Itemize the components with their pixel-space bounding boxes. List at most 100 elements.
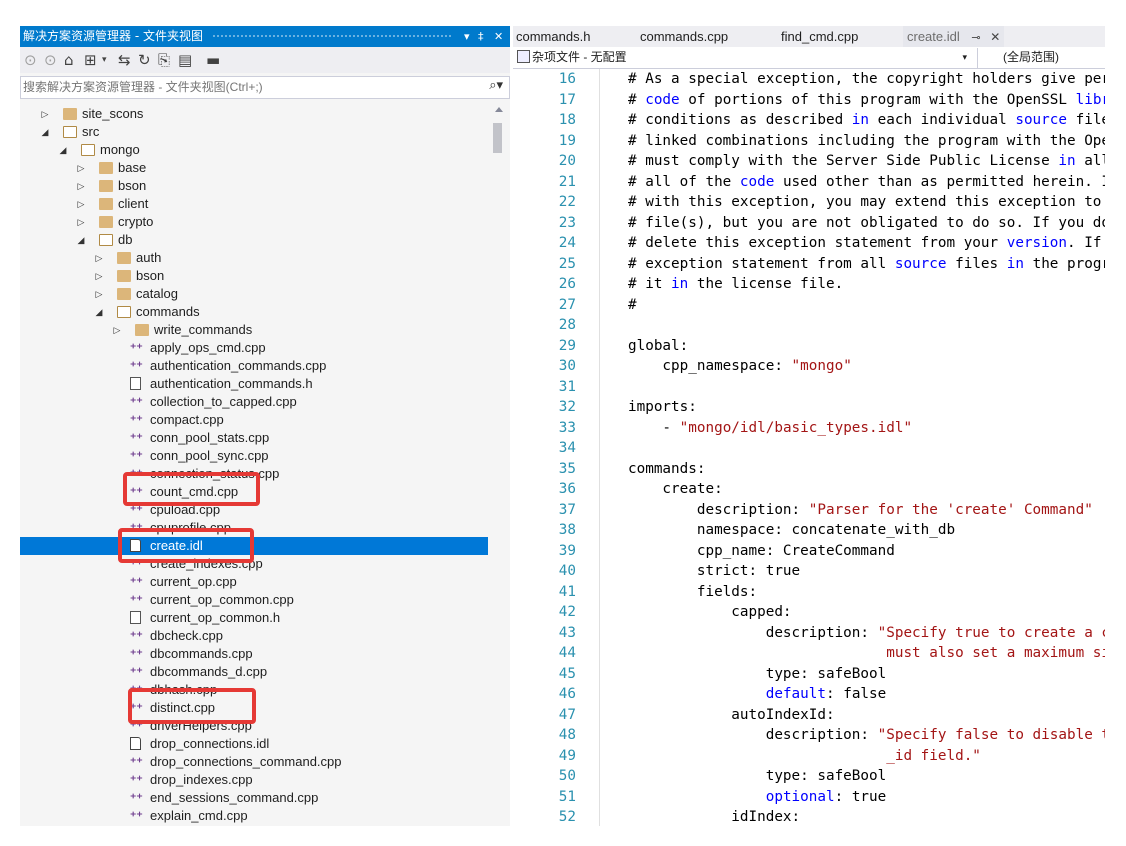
explorer-search[interactable]: ⌕▾	[20, 76, 510, 99]
tree-folder[interactable]: ◢ commands	[20, 303, 490, 321]
code-token: files	[946, 255, 1007, 272]
tree-file[interactable]: ⁺⁺ authentication_commands.cpp	[20, 357, 490, 375]
tree-file[interactable]: ⁺⁺ drop_indexes.cpp	[20, 771, 490, 789]
search-input[interactable]	[23, 78, 463, 96]
tab-create-idl[interactable]: create.idl ⊸ ✕	[903, 26, 1005, 47]
tab-find-cmd-cpp[interactable]: find_cmd.cpp	[781, 26, 858, 47]
tree-folder[interactable]: ◢ mongo	[20, 141, 490, 159]
line-number: 43	[558, 624, 576, 641]
tree-file[interactable]: ⁺⁺ end_sessions_command.cpp	[20, 789, 490, 807]
home-icon[interactable]: ⌂	[64, 50, 74, 70]
tree-file[interactable]: ⁺⁺ apply_ops_cmd.cpp	[20, 339, 490, 357]
line-number: 45	[558, 665, 576, 682]
tree-folder[interactable]: ◢ db	[20, 231, 490, 249]
scroll-up-icon[interactable]	[495, 107, 503, 112]
tree-file[interactable]: ⁺⁺ dbcommands_d.cpp	[20, 663, 490, 681]
collapsed-arrow-icon[interactable]: ▷	[76, 213, 86, 231]
collapsed-arrow-icon[interactable]: ▷	[40, 105, 50, 123]
search-icon[interactable]: ⌕▾	[489, 78, 503, 93]
tree-file[interactable]: ⁺⁺ dbcheck.cpp	[20, 627, 490, 645]
tree-folder[interactable]: ▷ bson	[20, 177, 490, 195]
tree-item-label: site_scons	[82, 106, 144, 121]
tree-folder[interactable]: ▷ auth	[20, 249, 490, 267]
code-text: commands:	[628, 459, 705, 480]
code-token: autoIndexId:	[628, 706, 835, 723]
tree-file[interactable]: ⁺⁺ compact.cpp	[20, 411, 490, 429]
forward-icon[interactable]: ⊙	[44, 50, 57, 70]
code-text: fields:	[628, 582, 757, 603]
tree-file[interactable]: ⁺⁺ cpuprofile.cpp	[20, 519, 490, 537]
tree-file[interactable]: create.idl	[20, 537, 488, 555]
tree-folder[interactable]: ▷ site_scons	[20, 105, 490, 123]
tree-folder[interactable]: ▷ write_commands	[20, 321, 490, 339]
tree-item-label: commands	[136, 304, 200, 319]
tree-file[interactable]: ⁺⁺ dbcommands.cpp	[20, 645, 490, 663]
tree-item-label: dbcommands.cpp	[150, 646, 253, 661]
tree-file[interactable]: ⁺⁺ current_op_common.cpp	[20, 591, 490, 609]
window-position-dropdown-icon[interactable]: ▾	[464, 26, 470, 47]
copy-icon[interactable]: ⎘	[158, 50, 170, 70]
tree-file[interactable]: ⁺⁺ conn_pool_stats.cpp	[20, 429, 490, 447]
line-number: 35	[558, 460, 576, 477]
collapsed-arrow-icon[interactable]: ▷	[76, 195, 86, 213]
collapsed-arrow-icon[interactable]: ▷	[76, 159, 86, 177]
tree-file[interactable]: ⁺⁺ current_op.cpp	[20, 573, 490, 591]
tree-item-label: authentication_commands.cpp	[150, 358, 327, 373]
tree-file[interactable]: ⁺⁺ create_indexes.cpp	[20, 555, 490, 573]
scroll-thumb[interactable]	[493, 123, 502, 153]
explorer-scrollbar[interactable]	[490, 101, 508, 826]
collapsed-arrow-icon[interactable]: ▷	[112, 321, 122, 339]
collapsed-arrow-icon[interactable]: ▷	[94, 285, 104, 303]
tree-item-label: current_op.cpp	[150, 574, 237, 589]
expanded-arrow-icon[interactable]: ◢	[76, 231, 86, 249]
tree-file[interactable]: ⁺⁺ collection_to_capped.cpp	[20, 393, 490, 411]
line-number: 31	[558, 378, 576, 395]
tree-folder[interactable]: ▷ crypto	[20, 213, 490, 231]
line-number: 48	[558, 727, 576, 743]
code-text: # file(s), but you are not obligated to …	[628, 213, 1105, 234]
expanded-arrow-icon[interactable]: ◢	[94, 303, 104, 321]
collapsed-arrow-icon[interactable]: ▷	[76, 177, 86, 195]
collapsed-arrow-icon[interactable]: ▷	[94, 267, 104, 285]
collapsed-arrow-icon[interactable]: ▷	[94, 249, 104, 267]
code-token: # As a special exception, the copyright …	[628, 71, 1105, 87]
code-line: 50 type: safeBool	[513, 766, 1105, 787]
pin-icon[interactable]: ‡	[478, 26, 484, 47]
tree-file[interactable]: current_op_common.h	[20, 609, 490, 627]
project-dropdown[interactable]: 杂项文件 - 无配置 ▾	[517, 49, 975, 66]
drag-grip[interactable]	[212, 34, 452, 39]
scope-dropdown[interactable]: (全局范围)	[1003, 49, 1103, 66]
tab-commands-h[interactable]: commands.h	[516, 26, 590, 47]
tree-folder[interactable]: ▷ bson	[20, 267, 490, 285]
refresh-icon[interactable]: ↻	[138, 50, 151, 70]
pin-tab-icon[interactable]: ⊸	[971, 32, 980, 44]
expanded-arrow-icon[interactable]: ◢	[58, 141, 68, 159]
dropdown-icon[interactable]: ▾	[102, 50, 107, 70]
code-area[interactable]: 16 # As a special exception, the copyrigh…	[513, 69, 1105, 826]
tree-folder[interactable]: ▷ base	[20, 159, 490, 177]
switch-views-icon[interactable]: ⊞	[84, 50, 97, 70]
tree-file[interactable]: authentication_commands.h	[20, 375, 490, 393]
tree-item-label: conn_pool_sync.cpp	[150, 448, 269, 463]
tree-folder[interactable]: ▷ catalog	[20, 285, 490, 303]
line-number: 42	[558, 604, 576, 620]
code-token: # it	[628, 276, 672, 292]
tree-item-label: drop_connections.idl	[150, 736, 270, 751]
properties-icon[interactable]: ▤	[178, 50, 192, 70]
close-tab-icon[interactable]: ✕	[990, 30, 1000, 44]
tree-file[interactable]: ⁺⁺ drop_connections_command.cpp	[20, 753, 490, 771]
expanded-arrow-icon[interactable]: ◢	[40, 123, 50, 141]
close-icon[interactable]: ✕	[494, 26, 503, 47]
tree-file[interactable]: ⁺⁺ conn_pool_sync.cpp	[20, 447, 490, 465]
back-icon[interactable]: ⊙	[24, 50, 37, 70]
tab-commands-cpp[interactable]: commands.cpp	[640, 26, 728, 47]
tree-file[interactable]: drop_connections.idl	[20, 735, 490, 753]
tree-item-label: conn_pool_stats.cpp	[150, 430, 270, 445]
tree-file[interactable]: ⁺⁺ explain_cmd.cpp	[20, 807, 490, 825]
code-text: - "mongo/idl/basic_types.idl"	[628, 418, 912, 439]
tree-folder[interactable]: ◢ src	[20, 123, 490, 141]
tree-folder[interactable]: ▷ client	[20, 195, 490, 213]
line-number: 23	[558, 214, 576, 231]
sync-icon[interactable]: ⇆	[118, 50, 131, 70]
collapse-icon[interactable]: ▬	[206, 50, 220, 70]
